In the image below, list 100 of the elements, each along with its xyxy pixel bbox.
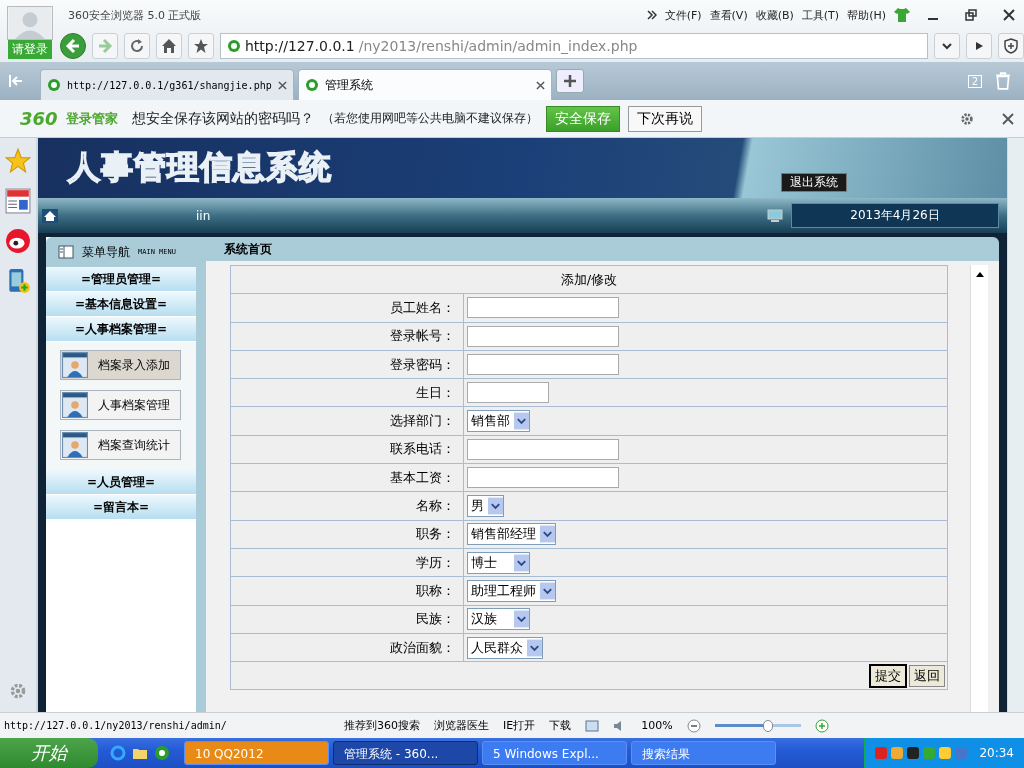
- menu-section[interactable]: =人事档案管理=: [46, 317, 196, 341]
- browser-tab[interactable]: http://127.0.0.1/g361/shangjie.php: [40, 69, 294, 100]
- home-icon[interactable]: [42, 208, 58, 223]
- forward-arrow-icon: [97, 38, 113, 54]
- tray-icon[interactable]: [939, 747, 952, 759]
- form-button[interactable]: 返回: [909, 664, 945, 687]
- field-label: 学历：: [230, 548, 464, 577]
- refresh-icon: [129, 38, 145, 54]
- start-button[interactable]: 开始: [0, 738, 98, 768]
- taskbar-button[interactable]: 5 Windows Expl...: [482, 741, 627, 765]
- select-field[interactable]: 助理工程师: [467, 579, 556, 602]
- close-icon[interactable]: [1003, 9, 1015, 21]
- shirt-icon[interactable]: [894, 8, 910, 22]
- page-scrollbar[interactable]: [1007, 138, 1024, 712]
- close-icon[interactable]: [1002, 112, 1014, 125]
- trash-icon[interactable]: [994, 72, 1012, 90]
- status-item[interactable]: IE打开: [503, 718, 536, 733]
- tray-icon[interactable]: [907, 747, 920, 759]
- star-icon[interactable]: [5, 148, 31, 174]
- person-card-icon: [62, 352, 88, 378]
- input-field[interactable]: [467, 467, 619, 489]
- later-button[interactable]: 下次再说: [627, 105, 702, 132]
- menu-section[interactable]: =基本信息设置=: [46, 292, 196, 316]
- menu-section[interactable]: =留言本=: [46, 495, 196, 519]
- go-button[interactable]: [966, 33, 992, 59]
- select-field[interactable]: 人民群众: [467, 636, 543, 659]
- field-label: 员工姓名：: [230, 293, 464, 323]
- status-item[interactable]: 浏览器医生: [434, 718, 489, 733]
- status-url: http://127.0.0.1/ny2013/renshi/admin/: [4, 720, 228, 731]
- close-icon[interactable]: [535, 80, 545, 90]
- shield-icon: [1003, 38, 1019, 54]
- sidebar-toggle-icon[interactable]: [8, 73, 24, 89]
- field-label: 选择部门：: [230, 407, 464, 436]
- system-title: 人事管理信息系统: [68, 147, 332, 188]
- restore-icon[interactable]: [965, 9, 977, 21]
- menu-item[interactable]: 工具(T): [801, 7, 840, 23]
- brand-label: 360: [20, 108, 58, 129]
- form-button[interactable]: 提交: [869, 663, 907, 688]
- browser-icon[interactable]: [154, 745, 170, 761]
- settings-icon[interactable]: [960, 111, 974, 126]
- menu-title: 菜单导航: [82, 243, 130, 261]
- clock: 20:34: [979, 746, 1014, 760]
- select-field[interactable]: 销售部: [467, 410, 530, 433]
- form-title: 添加/修改: [230, 265, 948, 294]
- scrollbar[interactable]: [970, 265, 988, 714]
- menu-item[interactable]: 档案录入添加: [60, 350, 181, 380]
- menu-section[interactable]: =人员管理=: [46, 470, 196, 494]
- refresh-button[interactable]: [124, 33, 150, 59]
- favorite-button[interactable]: [188, 33, 214, 59]
- logout-button[interactable]: 退出系统: [781, 172, 847, 192]
- breadcrumb: 系统首页: [223, 241, 273, 258]
- news-icon[interactable]: [5, 188, 31, 214]
- select-field[interactable]: 汉族: [467, 608, 530, 631]
- select-field[interactable]: 男: [467, 495, 504, 517]
- input-field[interactable]: [467, 297, 619, 319]
- close-icon[interactable]: [277, 80, 287, 90]
- monitor-icon: [767, 208, 783, 223]
- browser-icon[interactable]: [110, 745, 126, 761]
- more-icon[interactable]: [646, 10, 657, 20]
- input-field[interactable]: [467, 438, 619, 460]
- slider-thumb[interactable]: [762, 719, 773, 732]
- date-display: 2013年4月26日: [791, 203, 999, 228]
- plus-icon: [562, 74, 577, 88]
- back-button[interactable]: [60, 33, 86, 59]
- input-field[interactable]: [467, 325, 619, 347]
- home-button[interactable]: [156, 33, 182, 59]
- menu-item[interactable]: 档案查询统计: [60, 430, 181, 460]
- select-field[interactable]: 博士: [467, 551, 530, 574]
- status-item[interactable]: 下载: [549, 718, 572, 733]
- field-label: 基本工资：: [230, 463, 464, 492]
- menu-item[interactable]: 查看(V): [709, 7, 748, 23]
- menu-section[interactable]: =管理员管理=: [46, 267, 196, 291]
- input-field[interactable]: [467, 354, 619, 376]
- zoom-in-icon[interactable]: [814, 718, 829, 733]
- weibo-icon[interactable]: [5, 228, 31, 254]
- window-icon[interactable]: [585, 719, 600, 732]
- status-item[interactable]: 推荐到360搜索: [344, 718, 420, 733]
- select-field[interactable]: 销售部经理: [467, 523, 556, 546]
- menu-item[interactable]: 文件(F): [664, 7, 702, 23]
- menu-icon: [58, 245, 74, 259]
- zoom-level[interactable]: 100%: [641, 719, 673, 732]
- menu-item[interactable]: 收藏(B): [755, 7, 794, 23]
- field-label: 登录帐号：: [230, 322, 464, 351]
- zoom-out-icon[interactable]: [686, 718, 701, 733]
- prompt-note: （若您使用网吧等公共电脑不建议保存）: [321, 110, 538, 127]
- shield-button[interactable]: [998, 33, 1024, 59]
- date-field[interactable]: [467, 382, 549, 404]
- dropdown-button[interactable]: [934, 33, 960, 59]
- browser-tab[interactable]: 管理系统: [297, 69, 552, 100]
- settings-icon[interactable]: [9, 682, 27, 700]
- menu-item[interactable]: 人事档案管理: [60, 390, 181, 420]
- window-title: 360安全浏览器 5.0 正式版: [68, 7, 203, 23]
- taskbar-button[interactable]: 搜索结果: [631, 741, 776, 765]
- field-label: 职务：: [230, 520, 464, 549]
- address-field[interactable]: http://127.0.0.1 /ny2013/renshi/admin/admin_index.php: [220, 33, 928, 59]
- new-tab-button[interactable]: [555, 69, 584, 93]
- product-label: 登录管家: [65, 109, 118, 128]
- menu-item[interactable]: 帮助(H): [847, 7, 886, 23]
- taskbar-button[interactable]: 管理系统 - 360...: [333, 741, 478, 765]
- home-icon: [161, 38, 177, 54]
